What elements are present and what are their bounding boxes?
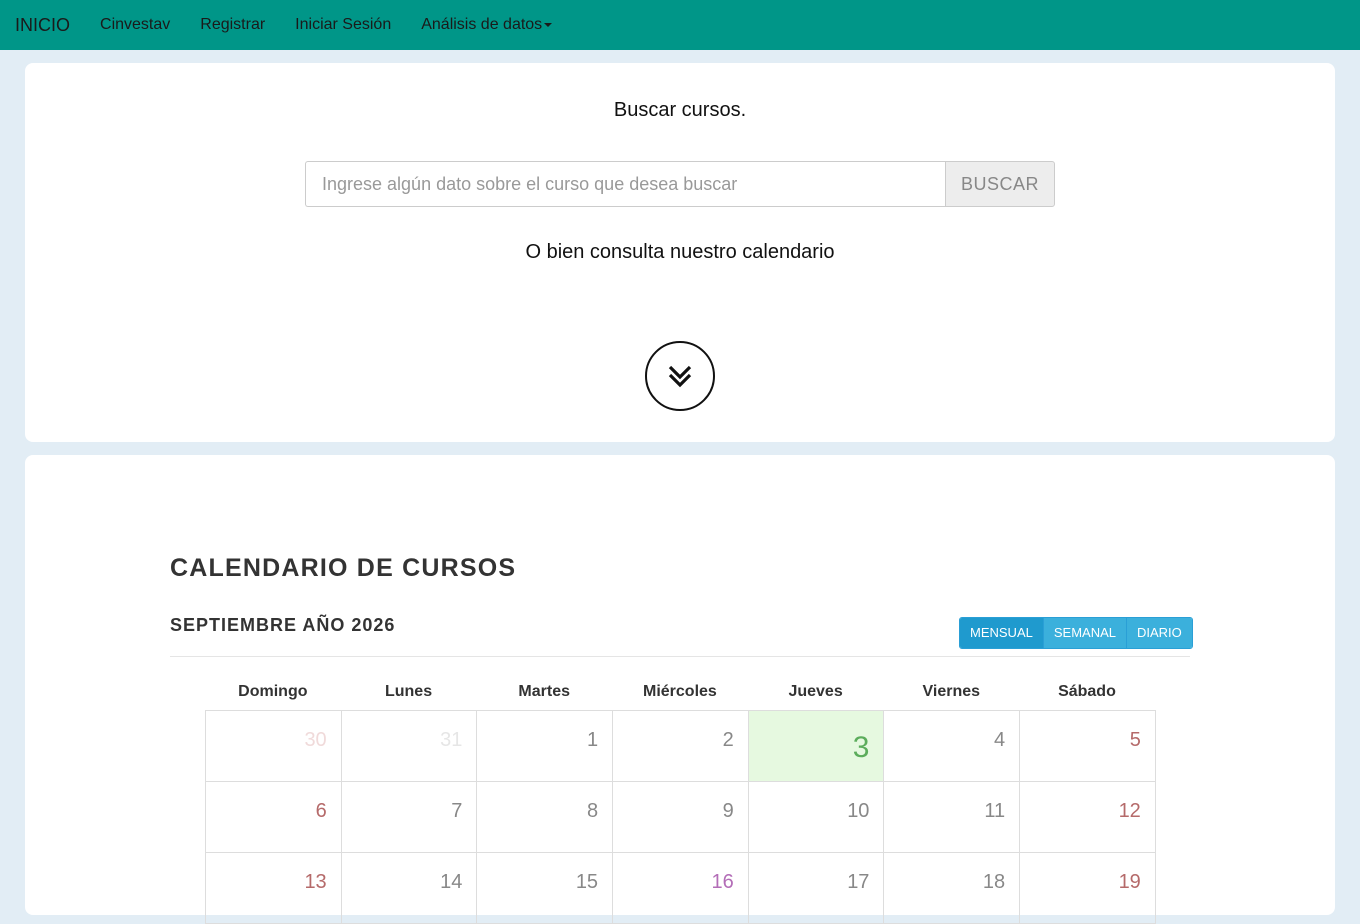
nav-cinvestav-link[interactable]: Cinvestav — [100, 16, 170, 34]
search-panel: Buscar cursos. BUSCAR O bien consulta nu… — [25, 63, 1335, 442]
nav-register-link[interactable]: Registrar — [200, 16, 265, 34]
view-daily-button[interactable]: DIARIO — [1126, 618, 1192, 648]
top-navbar: INICIO Cinvestav Registrar Iniciar Sesió… — [0, 0, 1360, 50]
search-subtitle: O bien consulta nuestro calendario — [525, 241, 835, 263]
search-title: Buscar cursos. — [613, 99, 747, 121]
calendar-title: CALENDARIO DE CURSOS — [170, 554, 517, 582]
calendar-day[interactable]: 2 — [613, 711, 749, 782]
calendar-week: 30 31 1 2 3 4 5 — [206, 711, 1156, 782]
nav-data-analysis-dropdown[interactable]: Análisis de datos — [421, 16, 553, 34]
calendar-view-switcher: MENSUAL SEMANAL DIARIO — [959, 617, 1193, 649]
weekday-saturday: Sábado — [1058, 683, 1116, 700]
calendar-divider — [170, 656, 1190, 657]
search-input[interactable] — [305, 161, 945, 207]
calendar-day[interactable]: 13 — [206, 853, 342, 924]
nav-data-analysis-label: Análisis de datos — [421, 16, 543, 33]
calendar-day[interactable]: 9 — [613, 782, 749, 853]
calendar-week: 6 7 8 9 10 11 12 — [206, 782, 1156, 853]
calendar-panel: CALENDARIO DE CURSOS SEPTIEMBRE AÑO 2026… — [25, 455, 1335, 924]
calendar-day[interactable]: 8 — [477, 782, 614, 853]
calendar-week: 13 14 15 16 17 18 19 — [206, 853, 1156, 924]
calendar-day[interactable]: 4 — [884, 711, 1021, 782]
calendar-day[interactable]: 6 — [206, 782, 342, 853]
calendar-day[interactable]: 17 — [748, 853, 885, 924]
weekday-sunday: Domingo — [238, 683, 308, 700]
calendar-day-with-event[interactable]: 16 — [613, 853, 749, 924]
calendar-day[interactable]: 11 — [884, 782, 1021, 853]
calendar-day-today[interactable]: 3 — [748, 711, 885, 782]
calendar-day[interactable]: 5 — [1020, 711, 1156, 782]
calendar-day[interactable]: 14 — [341, 853, 478, 924]
calendar-day[interactable]: 15 — [477, 853, 614, 924]
weekday-tuesday: Martes — [518, 683, 570, 700]
calendar-day[interactable]: 31 — [341, 711, 478, 782]
calendar-day[interactable]: 18 — [884, 853, 1021, 924]
weekday-header: Domingo Lunes Martes Miércoles Jueves Vi… — [205, 683, 1155, 701]
weekday-wednesday: Miércoles — [643, 683, 717, 700]
view-monthly-button[interactable]: MENSUAL — [960, 618, 1043, 648]
calendar-day[interactable]: 19 — [1020, 853, 1156, 924]
search-button[interactable]: BUSCAR — [945, 161, 1055, 207]
calendar-month-label: SEPTIEMBRE AÑO 2026 — [170, 615, 396, 635]
calendar-day[interactable]: 30 — [206, 711, 342, 782]
calendar-day[interactable]: 7 — [341, 782, 478, 853]
calendar-day[interactable]: 10 — [748, 782, 885, 853]
double-chevron-down-icon — [668, 365, 692, 388]
calendar-day[interactable]: 1 — [477, 711, 614, 782]
weekday-thursday: Jueves — [788, 683, 843, 700]
nav-login-link[interactable]: Iniciar Sesión — [295, 16, 391, 34]
search-group: BUSCAR — [305, 161, 1055, 207]
nav-home-link[interactable]: INICIO — [15, 15, 70, 36]
scroll-down-button[interactable] — [645, 341, 715, 411]
weekday-monday: Lunes — [384, 683, 433, 700]
calendar-grid: 30 31 1 2 3 4 5 6 7 8 9 10 11 12 13 14 1… — [205, 710, 1156, 924]
caret-down-icon — [544, 22, 553, 27]
calendar-day[interactable]: 12 — [1020, 782, 1156, 853]
weekday-friday: Viernes — [922, 683, 981, 700]
view-weekly-button[interactable]: SEMANAL — [1042, 618, 1126, 648]
